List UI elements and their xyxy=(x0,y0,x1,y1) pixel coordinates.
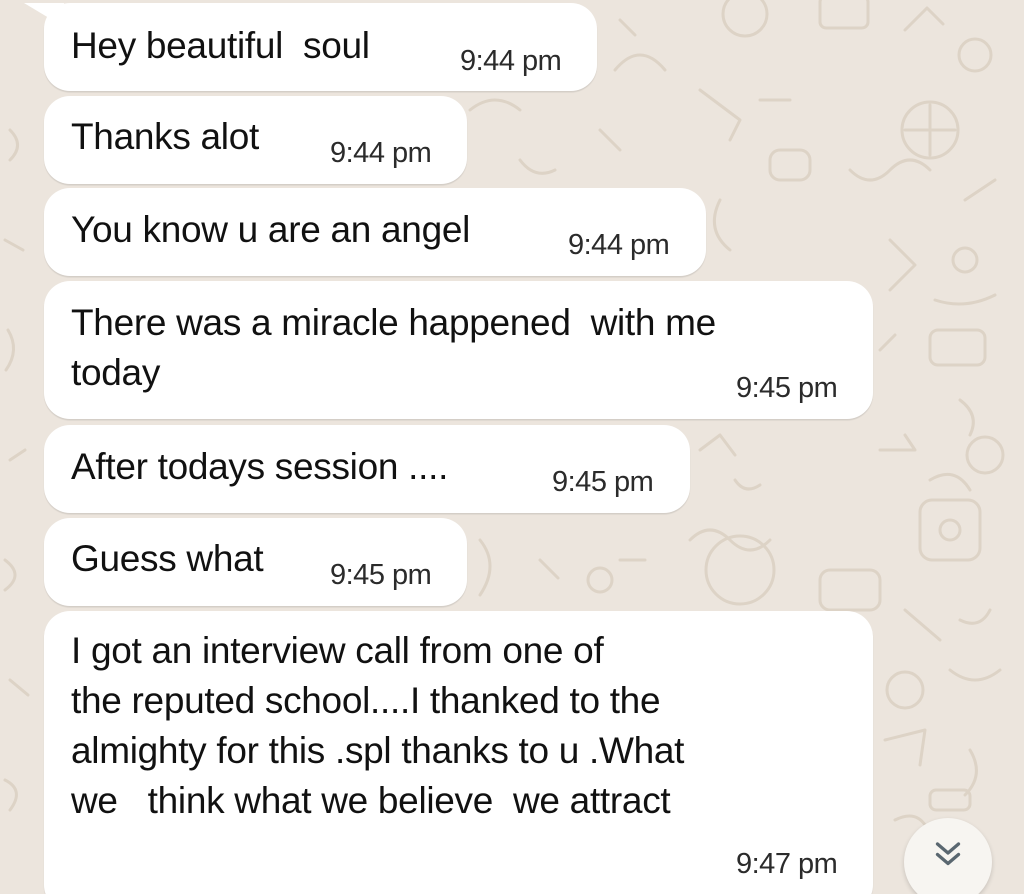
message-timestamp: 9:44 pm xyxy=(460,45,562,77)
message-bubble[interactable]: Guess what 9:45 pm xyxy=(44,518,467,606)
message-bubble[interactable]: You know u are an angel 9:44 pm xyxy=(44,188,706,276)
message-text: After todays session .... xyxy=(71,446,449,487)
message-bubble[interactable]: After todays session .... 9:45 pm xyxy=(44,425,690,513)
message-text: I got an interview call from one of the … xyxy=(71,630,685,821)
message-text: Thanks alot xyxy=(71,116,259,157)
message-text: Hey beautiful soul xyxy=(71,25,370,66)
message-text: Guess what xyxy=(71,538,264,579)
chat-background: Hey beautiful soul 9:44 pm Thanks alot 9… xyxy=(0,0,1024,894)
message-timestamp: 9:45 pm xyxy=(552,466,654,498)
message-timestamp: 9:44 pm xyxy=(330,137,432,169)
message-bubble[interactable]: There was a miracle happened with me tod… xyxy=(44,281,873,419)
message-bubble[interactable]: Thanks alot 9:44 pm xyxy=(44,96,467,184)
message-timestamp: 9:45 pm xyxy=(330,559,432,591)
message-bubble[interactable]: I got an interview call from one of the … xyxy=(44,611,873,894)
message-bubble[interactable]: Hey beautiful soul 9:44 pm xyxy=(24,3,597,91)
message-timestamp: 9:47 pm xyxy=(736,848,838,880)
double-chevron-down-icon xyxy=(935,842,961,866)
message-text: You know u are an angel xyxy=(71,209,471,250)
message-timestamp: 9:44 pm xyxy=(568,229,670,261)
message-text: There was a miracle happened with me tod… xyxy=(71,302,716,393)
message-timestamp: 9:45 pm xyxy=(736,372,838,404)
